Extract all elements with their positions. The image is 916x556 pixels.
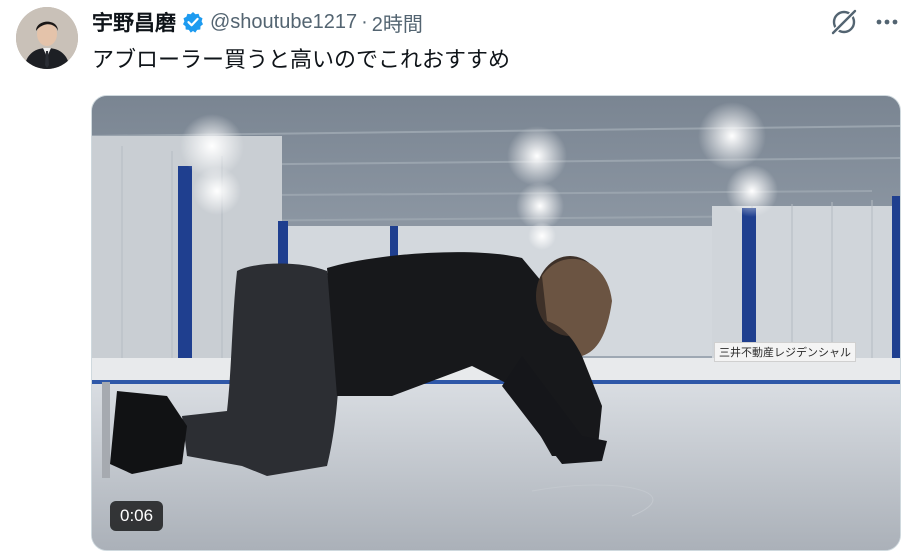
tweet-header: 宇野昌磨 @shoutube1217 · 2時間 [92, 8, 423, 36]
avatar[interactable] [16, 7, 78, 69]
separator-dot: · [361, 10, 368, 33]
video-frame [92, 96, 900, 550]
tweet: 宇野昌磨 @shoutube1217 · 2時間 アブローラー買うと高いのでこれ… [0, 0, 916, 556]
grok-icon[interactable] [828, 6, 860, 38]
rink-sign: 三井不動産レジデンシャル [714, 342, 856, 362]
video-duration-badge: 0:06 [110, 501, 164, 531]
avatar-image [16, 7, 78, 69]
tweet-text: アブローラー買うと高いのでこれおすすめ [92, 47, 511, 72]
display-name[interactable]: 宇野昌磨 [92, 7, 176, 37]
timestamp[interactable]: 2時間 [372, 8, 423, 37]
verified-badge-icon [182, 11, 204, 33]
video-player[interactable]: 三井不動産レジデンシャル 0:06 [91, 95, 901, 551]
more-icon[interactable] [870, 6, 904, 38]
user-handle[interactable]: @shoutube1217 [210, 11, 357, 34]
